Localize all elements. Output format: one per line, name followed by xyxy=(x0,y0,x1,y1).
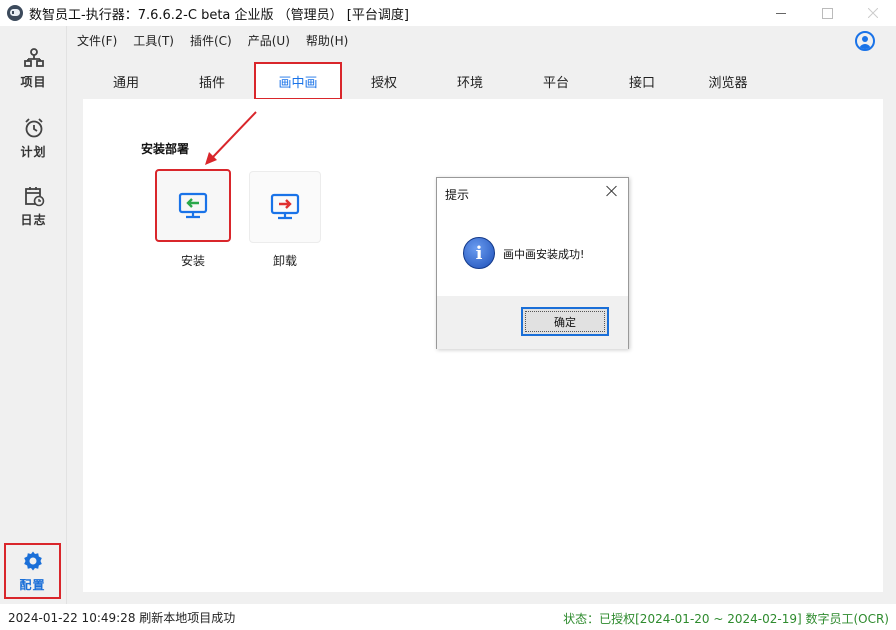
install-label: 安装 xyxy=(180,254,205,268)
close-icon xyxy=(868,8,878,18)
tab-general[interactable]: 通用 xyxy=(90,64,162,99)
tab-interface[interactable]: 接口 xyxy=(606,64,678,99)
title-bar: 数智员工-执行器：7.6.6.2-C beta 企业版 （管理员） [平台调度] xyxy=(0,0,896,26)
gear-icon xyxy=(23,551,42,570)
nav-item-project[interactable]: 项目 xyxy=(0,38,67,98)
menu-plugins[interactable]: 插件(C) xyxy=(190,32,232,49)
project-tree-icon xyxy=(23,47,44,67)
license-status: 状态：已授权[2024-01-20 ~ 2024-02-19] 数字员工(OCR… xyxy=(563,612,889,626)
menu-tools[interactable]: 工具(T) xyxy=(133,32,174,49)
tab-browser[interactable]: 浏览器 xyxy=(692,64,764,99)
user-avatar-icon[interactable] xyxy=(855,31,875,51)
close-window-button[interactable] xyxy=(850,0,896,26)
menu-bar: 文件(F) 工具(T) 插件(C) 产品(U) 帮助(H) xyxy=(68,26,896,54)
left-navigation: 项目 计划 日志 xyxy=(0,26,67,604)
uninstall-button[interactable] xyxy=(249,171,321,243)
uninstall-monitor-icon xyxy=(270,193,300,220)
alarm-clock-icon xyxy=(24,117,43,137)
uninstall-label: 卸载 xyxy=(272,254,297,268)
window-title: 数智员工-执行器：7.6.6.2-C beta 企业版 （管理员） [平台调度] xyxy=(29,7,409,23)
app-logo-icon xyxy=(7,5,23,21)
menu-help[interactable]: 帮助(H) xyxy=(306,32,348,49)
install-button[interactable] xyxy=(155,169,231,242)
dialog-message: 画中画安装成功! xyxy=(503,248,585,261)
log-calendar-icon xyxy=(24,186,44,206)
dialog-title: 提示 xyxy=(445,188,470,202)
nav-label-project: 项目 xyxy=(20,74,47,89)
menu-product[interactable]: 产品(U) xyxy=(248,32,290,49)
settings-tabs: 通用 插件 画中画 授权 环境 平台 接口 浏览器 xyxy=(82,62,882,100)
status-message: 2024-01-22 10:49:28 刷新本地项目成功 xyxy=(8,610,236,625)
info-icon: i xyxy=(463,237,495,269)
tab-picture-in-picture[interactable]: 画中画 xyxy=(254,62,342,100)
nav-item-log[interactable]: 日志 xyxy=(0,176,67,236)
minimize-button[interactable] xyxy=(758,0,804,26)
install-monitor-icon xyxy=(178,192,208,218)
section-title: 安装部署 xyxy=(141,142,190,156)
maximize-button[interactable] xyxy=(804,0,850,26)
tab-platform[interactable]: 平台 xyxy=(520,64,592,99)
nav-label-log: 日志 xyxy=(20,212,47,227)
tab-plugins[interactable]: 插件 xyxy=(176,64,248,99)
dialog-footer: 确定 xyxy=(437,296,628,349)
nav-label-plan: 计划 xyxy=(20,144,47,159)
nav-label-config: 配置 xyxy=(19,577,46,592)
ok-button[interactable]: 确定 xyxy=(521,307,609,336)
info-dialog: 提示 i 画中画安装成功! 确定 xyxy=(436,177,629,349)
tab-authorization[interactable]: 授权 xyxy=(348,64,420,99)
tab-environment[interactable]: 环境 xyxy=(434,64,506,99)
status-bar: 2024-01-22 10:49:28 刷新本地项目成功 状态：已授权[2024… xyxy=(0,604,896,630)
menu-file[interactable]: 文件(F) xyxy=(77,32,117,49)
nav-item-plan[interactable]: 计划 xyxy=(0,108,67,168)
window-controls xyxy=(758,0,896,26)
nav-item-config[interactable]: 配置 xyxy=(4,543,61,599)
dialog-close-icon[interactable] xyxy=(605,184,619,198)
